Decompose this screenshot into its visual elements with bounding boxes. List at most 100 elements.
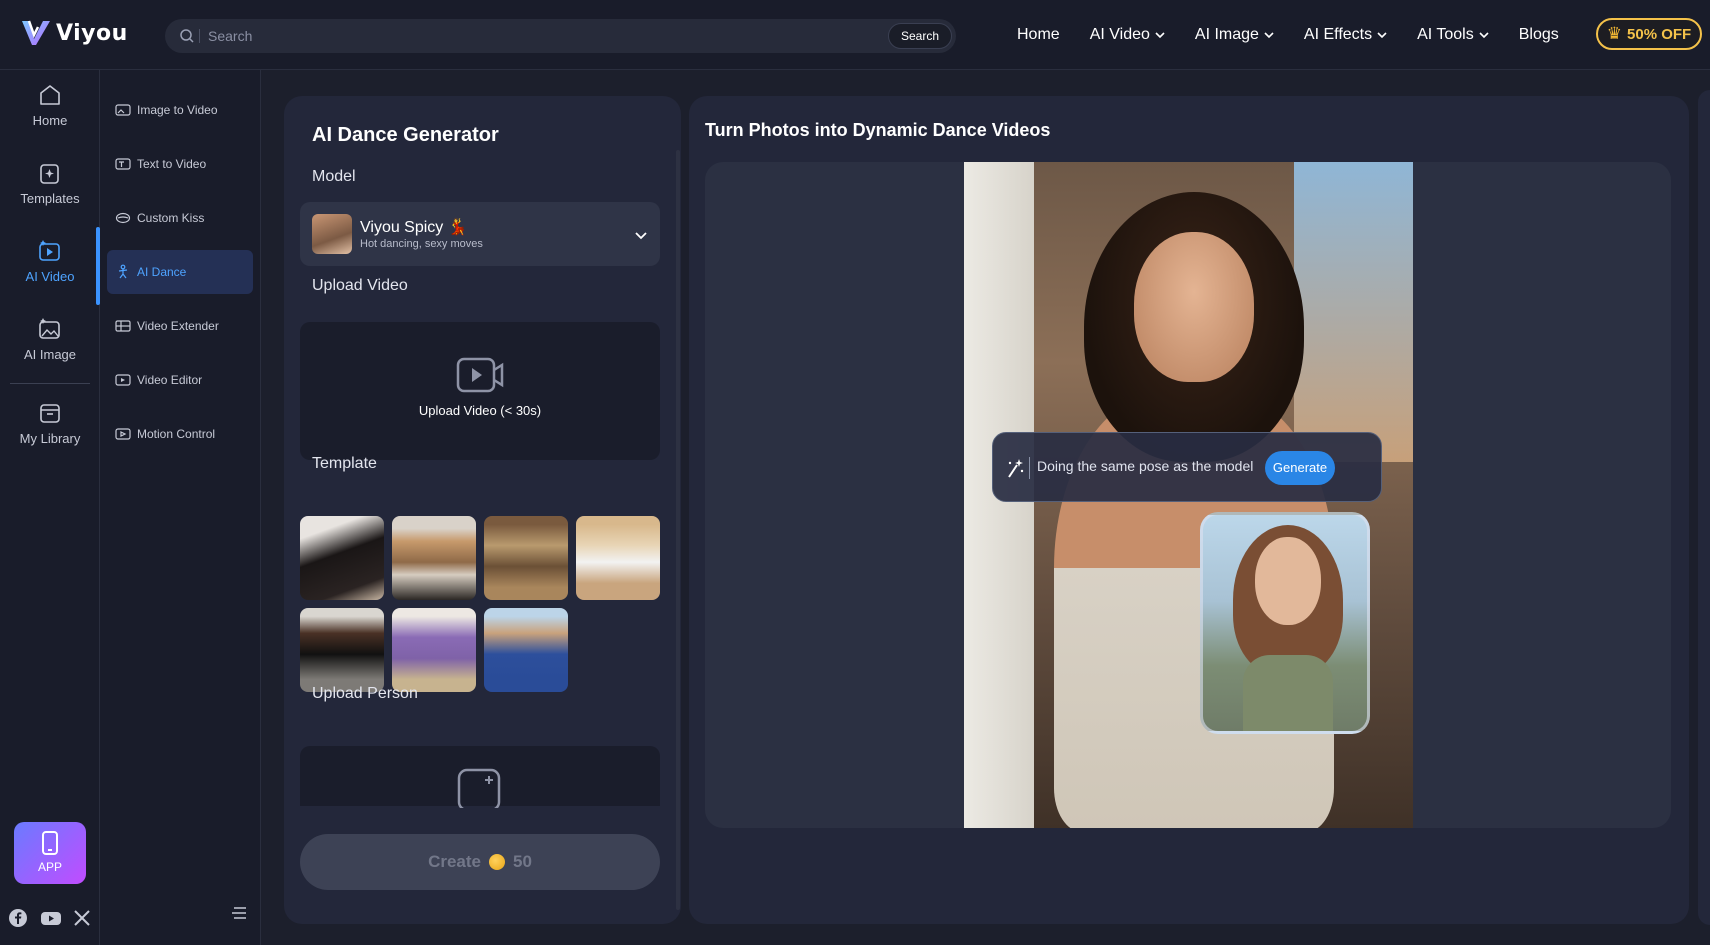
primary-sidebar: Home Templates AI Video AI Image My Libr… [0, 70, 100, 945]
rail-item-label: AI Image [23, 347, 77, 362]
template-thumbnail[interactable] [392, 608, 476, 692]
nav-ai-tools[interactable]: AI Tools [1417, 26, 1489, 44]
upload-video-label: Upload Video [312, 277, 408, 294]
brand-logo[interactable]: Viyou [20, 17, 128, 49]
upload-video-dropzone[interactable]: Upload Video (< 30s) [300, 322, 660, 460]
library-icon [40, 404, 60, 423]
x-twitter-icon[interactable] [72, 908, 94, 930]
create-button[interactable]: Create 50 [300, 834, 660, 890]
search-input[interactable]: Search [208, 28, 252, 44]
chevron-down-icon [1479, 32, 1489, 39]
magic-wand-icon [1008, 459, 1024, 478]
chevron-down-icon [635, 232, 647, 240]
rail-item-label: AI Video [25, 269, 75, 284]
nav-ai-video-label: AI Video [1089, 26, 1150, 43]
image-video-icon [115, 104, 131, 116]
youtube-icon[interactable] [40, 908, 62, 930]
nav-ai-image[interactable]: AI Image [1195, 26, 1274, 44]
search-button[interactable]: Search [887, 23, 952, 49]
rail-item-label: Templates [20, 191, 80, 206]
preview-title: Turn Photos into Dynamic Dance Videos [705, 120, 1051, 140]
search-bar: Search Search [165, 19, 956, 53]
search-divider [199, 29, 200, 43]
generate-button[interactable]: Generate [1265, 451, 1335, 485]
rail-item-library[interactable]: My Library [0, 400, 100, 446]
subnav-custom-kiss[interactable]: Custom Kiss [107, 196, 253, 240]
subnav-motion-control[interactable]: Motion Control [107, 412, 253, 456]
nav-blogs[interactable]: Blogs [1519, 26, 1559, 44]
main-nav: Home AI Video AI Image AI Effects AI Too… [1017, 0, 1589, 70]
search-icon [180, 29, 194, 43]
photo-window [1294, 162, 1413, 462]
subnav-video-editor[interactable]: Video Editor [107, 358, 253, 402]
preview-panel: Turn Photos into Dynamic Dance Videos Do… [689, 96, 1689, 924]
next-panel-edge [1698, 90, 1710, 925]
template-thumbnail[interactable] [300, 516, 384, 600]
subnav-label: Video Extender [137, 319, 219, 333]
rail-item-label: My Library [19, 431, 81, 446]
template-thumbnail[interactable] [484, 516, 568, 600]
social-links [8, 908, 94, 930]
promo-label: 50% OFF [1627, 25, 1692, 43]
app-label: APP [37, 860, 62, 874]
inset-face [1255, 537, 1321, 625]
main-content: AI Dance Generator Model Viyou Spicy 💃 H… [261, 70, 1710, 945]
photo-person-face [1134, 232, 1254, 382]
subnav-video-extender[interactable]: Video Extender [107, 304, 253, 348]
facebook-icon[interactable] [8, 908, 30, 930]
ai-video-icon [39, 240, 60, 261]
subnav-ai-dance[interactable]: AI Dance [107, 250, 253, 294]
model-name-text: Viyou Spicy [360, 219, 444, 236]
panel-title: AI Dance Generator [312, 124, 499, 146]
subnav-image-to-video[interactable]: Image to Video [107, 88, 253, 132]
model-thumbnail [312, 214, 352, 254]
extender-icon [115, 320, 131, 332]
nav-ai-video[interactable]: AI Video [1090, 26, 1165, 44]
template-thumbnail[interactable] [484, 608, 568, 692]
nav-home[interactable]: Home [1017, 26, 1060, 44]
rail-item-templates[interactable]: Templates [0, 160, 100, 206]
kiss-icon [115, 212, 131, 224]
dancer-icon: 💃 [447, 219, 468, 236]
motion-icon [115, 428, 131, 440]
example-photo: Doing the same pose as the model Generat… [964, 162, 1413, 828]
dance-icon [118, 264, 128, 279]
template-thumbnail[interactable] [576, 516, 660, 600]
upload-person-dropzone[interactable] [300, 746, 660, 808]
rail-item-ai-video[interactable]: AI Video [0, 238, 100, 284]
rail-item-home[interactable]: Home [0, 82, 100, 128]
model-pose-inset [1200, 512, 1370, 734]
prompt-text: Doing the same pose as the model [1037, 458, 1254, 474]
nav-ai-effects-label: AI Effects [1303, 26, 1373, 43]
promo-button[interactable]: ♛ 50% OFF [1596, 18, 1702, 50]
nav-blogs-label: Blogs [1518, 26, 1559, 43]
image-upload-icon [457, 768, 501, 808]
create-label: Create [428, 852, 481, 871]
nav-home-label: Home [1017, 26, 1060, 43]
template-thumbnail[interactable] [392, 516, 476, 600]
viyou-logo-icon [22, 20, 50, 45]
upload-person-label: Upload Person [312, 685, 418, 702]
video-upload-icon [456, 357, 504, 393]
model-label: Model [312, 168, 356, 185]
home-icon [40, 85, 60, 105]
app-download-button[interactable]: APP [14, 822, 86, 884]
phone-icon [42, 831, 58, 855]
brand-name: Viyou [56, 20, 128, 46]
subnav-label: Custom Kiss [137, 211, 205, 225]
template-thumbnail[interactable] [300, 608, 384, 692]
panel-scrollbar[interactable] [676, 150, 680, 910]
model-select[interactable]: Viyou Spicy 💃 Hot dancing, sexy moves [300, 202, 660, 266]
subnav-label: Image to Video [137, 103, 218, 117]
rail-item-ai-image[interactable]: AI Image [0, 316, 100, 362]
subnav-label: Text to Video [137, 157, 207, 171]
inset-body [1243, 655, 1333, 731]
prompt-bar: Doing the same pose as the model Generat… [992, 432, 1382, 502]
model-description: Hot dancing, sexy moves [360, 238, 483, 250]
collapse-menu-icon[interactable] [230, 905, 248, 921]
template-label: Template [312, 455, 377, 472]
nav-ai-effects[interactable]: AI Effects [1304, 26, 1387, 44]
subnav-text-to-video[interactable]: Text to Video [107, 142, 253, 186]
preview-stage: Doing the same pose as the model Generat… [705, 162, 1671, 828]
prompt-divider [1029, 457, 1030, 479]
